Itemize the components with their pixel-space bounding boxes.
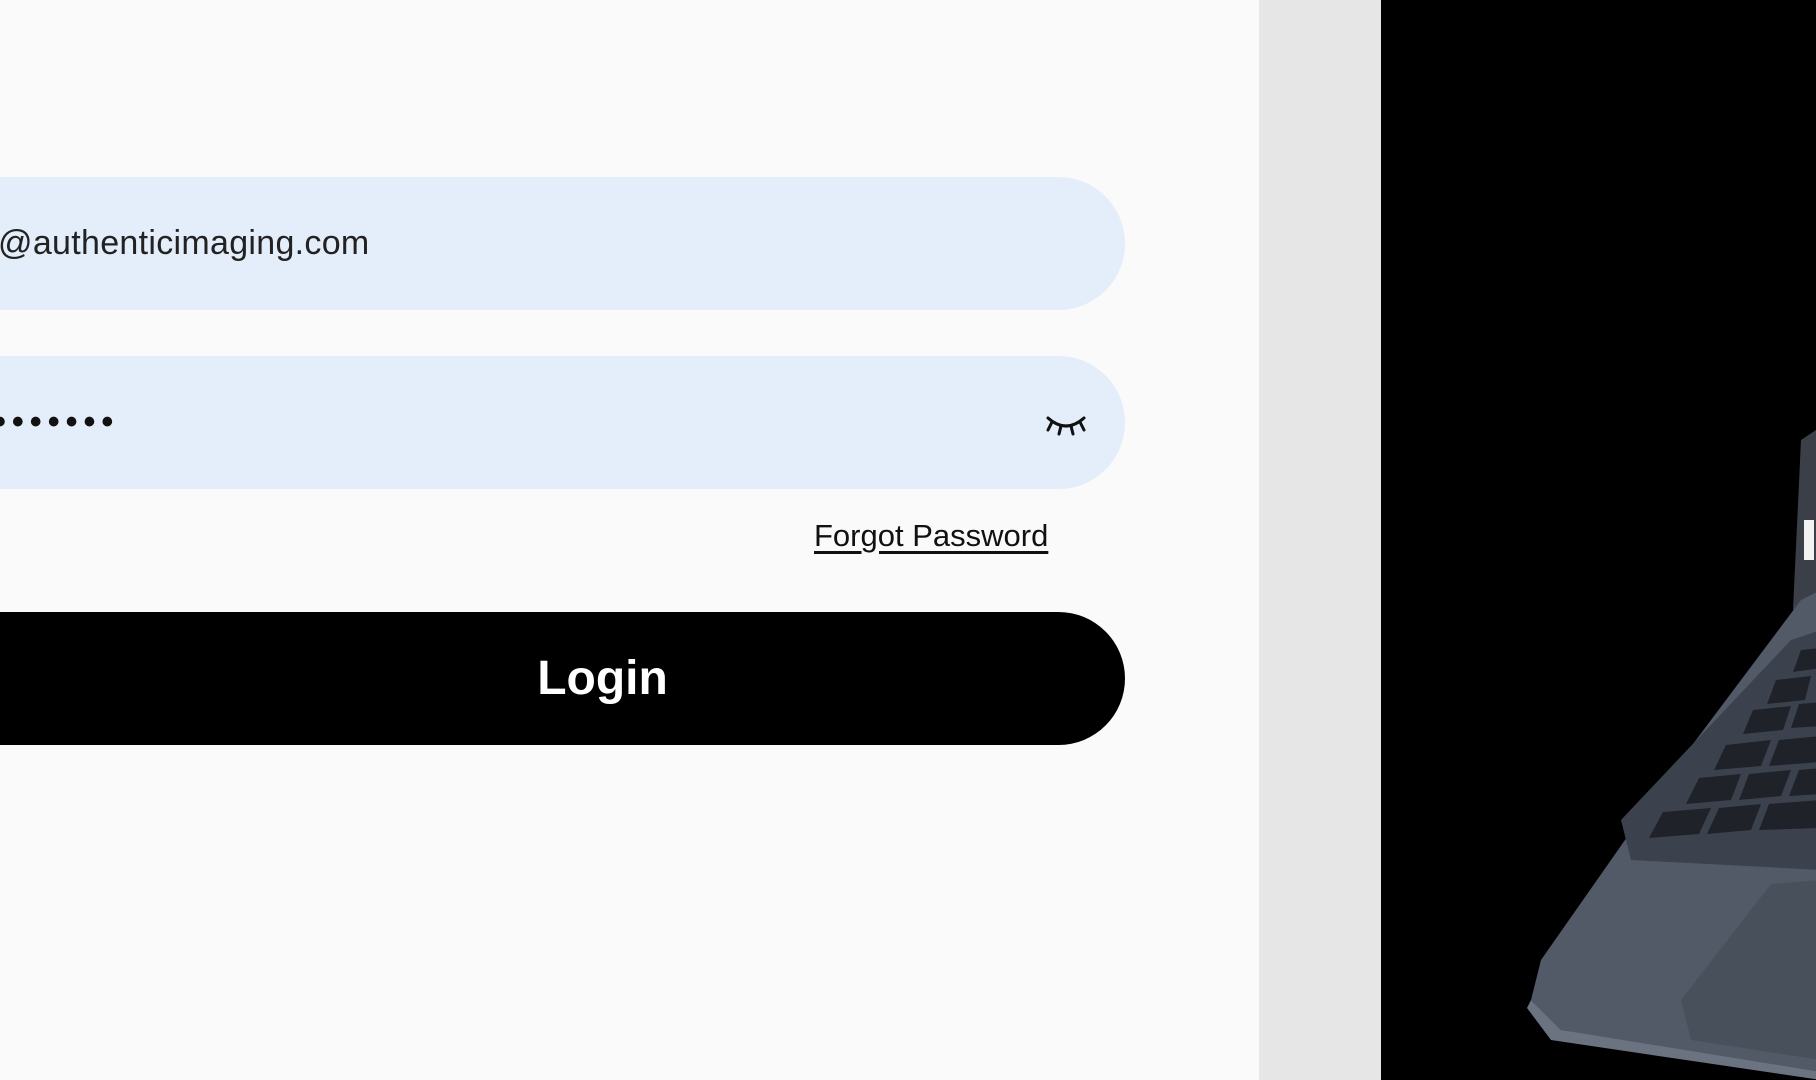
laptop-illustration: [1527, 430, 1816, 1080]
login-panel: @authenticimaging.com ••••••• Forgot Pas…: [0, 0, 1259, 1080]
password-value: •••••••: [0, 403, 120, 441]
login-button-label: Login: [537, 652, 668, 705]
password-field[interactable]: •••••••: [0, 356, 1125, 489]
email-value: @authenticimaging.com: [0, 224, 370, 262]
laptop-image: [1381, 0, 1816, 1080]
login-button[interactable]: Login: [0, 612, 1125, 745]
divider-strip: [1259, 0, 1381, 1080]
email-field[interactable]: @authenticimaging.com: [0, 177, 1125, 310]
login-screen: @authenticimaging.com ••••••• Forgot Pas…: [0, 0, 1816, 1080]
eye-closed-icon[interactable]: [1042, 405, 1090, 441]
eye-closed-icon-graphic: [1046, 416, 1086, 435]
forgot-password-link[interactable]: Forgot Password: [814, 518, 1048, 554]
